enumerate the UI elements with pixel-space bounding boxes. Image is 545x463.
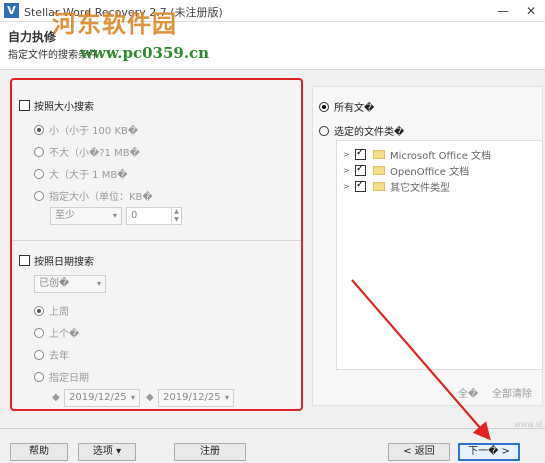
size-option-small[interactable]: 小（小于 100 KB� xyxy=(34,122,138,137)
chevron-down-icon: ▾ xyxy=(112,211,117,220)
date-from-icon: ◆ xyxy=(52,392,60,403)
all-files-label: 所有文� xyxy=(334,103,375,114)
tree-item-openoffice[interactable]: > OpenOffice 文档 xyxy=(343,163,469,178)
register-button[interactable]: 注册 xyxy=(174,443,246,461)
date-option-last-year[interactable]: 去年 xyxy=(34,347,69,362)
radio-button[interactable] xyxy=(34,349,44,360)
radio-button[interactable] xyxy=(34,146,44,157)
select-value: 已创� xyxy=(39,278,70,289)
radio-button[interactable] xyxy=(34,168,44,179)
radio-button[interactable] xyxy=(34,371,44,382)
size-option-label: 小（小于 100 KB� xyxy=(49,126,139,137)
date-to-icon: ◆ xyxy=(146,392,154,403)
select-value: 至少 xyxy=(55,210,75,221)
all-files-radio[interactable]: 所有文� xyxy=(319,99,374,114)
checkbox-box[interactable] xyxy=(355,163,366,176)
search-criteria-panel: 按照大小搜索 小（小于 100 KB� 不大（小�?1 MB� 大（大于 1 M… xyxy=(10,78,303,411)
chevron-down-icon: ▾ xyxy=(224,393,229,402)
checkbox-box[interactable] xyxy=(355,179,366,192)
size-option-medium[interactable]: 不大（小�?1 MB� xyxy=(34,144,140,159)
date-search-checkbox[interactable]: 按照日期搜索 xyxy=(19,253,94,268)
spinner-value: 0 xyxy=(131,210,138,221)
size-option-label: 不大（小�?1 MB� xyxy=(49,148,140,159)
tree-item-label: 其它文件类型 xyxy=(390,183,450,194)
folder-icon xyxy=(373,150,385,159)
size-option-large[interactable]: 大（大于 1 MB� xyxy=(34,166,127,181)
chevron-down-icon: ▾ xyxy=(96,279,101,288)
watermark-logo: 河东软件园 xyxy=(52,9,177,38)
date-from-picker[interactable]: 2019/12/25 ▾ xyxy=(64,389,140,407)
date-option-last-month[interactable]: 上个� xyxy=(34,325,79,340)
size-search-checkbox[interactable]: 按照大小搜索 xyxy=(19,98,94,113)
date-search-label: 按照日期搜索 xyxy=(34,257,94,268)
next-button[interactable]: 下一� > xyxy=(458,443,520,461)
size-option-custom[interactable]: 指定大小（单位：KB� xyxy=(34,188,153,203)
radio-button[interactable] xyxy=(319,125,329,136)
close-icon[interactable]: ✕ xyxy=(520,2,542,20)
date-option-label: 去年 xyxy=(49,351,69,362)
chevron-down-icon: ▾ xyxy=(130,393,135,402)
expand-arrow-icon[interactable]: > xyxy=(343,182,351,191)
date-option-last-week[interactable]: 上周 xyxy=(34,303,69,318)
tree-item-label: Microsoft Office 文档 xyxy=(390,151,492,162)
date-value: 2019/12/25 xyxy=(69,392,127,403)
date-option-custom[interactable]: 指定日期 xyxy=(34,369,89,384)
radio-button[interactable] xyxy=(34,305,44,316)
page-title: 自力执修 xyxy=(8,30,57,44)
checkbox-box[interactable] xyxy=(19,100,30,111)
radio-button[interactable] xyxy=(34,124,44,135)
checkbox-box[interactable] xyxy=(355,147,366,160)
checkbox-box[interactable] xyxy=(19,255,30,266)
watermark-url: www.pc0359.cn xyxy=(80,44,210,62)
options-button[interactable]: 选项 ▾ xyxy=(78,443,136,461)
clear-all-button[interactable]: 全部清除 xyxy=(492,385,532,400)
date-option-label: 上个� xyxy=(49,329,80,340)
help-button[interactable]: 帮助 xyxy=(10,443,68,461)
spinner-arrows-icon[interactable]: ▲ ▼ xyxy=(171,208,181,224)
select-all-button[interactable]: 全� xyxy=(458,385,478,400)
size-search-label: 按照大小搜索 xyxy=(34,102,94,113)
footer-divider xyxy=(0,428,545,429)
radio-button[interactable] xyxy=(34,327,44,338)
tree-item-label: OpenOffice 文档 xyxy=(390,167,470,178)
size-option-label: 指定大小（单位：KB� xyxy=(49,192,153,203)
tree-item-other[interactable]: > 其它文件类型 xyxy=(343,179,450,194)
date-type-select[interactable]: 已创� ▾ xyxy=(34,275,106,293)
selected-types-radio[interactable]: 选定的文件类� xyxy=(319,123,404,138)
date-option-label: 指定日期 xyxy=(49,373,89,384)
minimize-icon[interactable]: — xyxy=(492,2,514,20)
date-value: 2019/12/25 xyxy=(163,392,221,403)
folder-icon xyxy=(373,182,385,191)
file-type-tree[interactable]: > Microsoft Office 文档 > OpenOffice 文档 > … xyxy=(336,140,543,370)
section-divider xyxy=(12,240,301,241)
expand-arrow-icon[interactable]: > xyxy=(343,150,351,159)
app-logo-icon: V xyxy=(4,3,19,18)
size-option-label: 大（大于 1 MB� xyxy=(49,170,128,181)
radio-button[interactable] xyxy=(319,101,329,112)
expand-arrow-icon[interactable]: > xyxy=(343,166,351,175)
size-comparator-select[interactable]: 至少 ▾ xyxy=(50,207,122,225)
date-to-picker[interactable]: 2019/12/25 ▾ xyxy=(158,389,234,407)
date-option-label: 上周 xyxy=(49,307,69,318)
size-value-spinner[interactable]: 0 ▲ ▼ xyxy=(126,207,182,225)
radio-button[interactable] xyxy=(34,190,44,201)
selected-types-label: 选定的文件类� xyxy=(334,127,405,138)
folder-icon xyxy=(373,166,385,175)
tree-item-ms-office[interactable]: > Microsoft Office 文档 xyxy=(343,147,491,162)
back-button[interactable]: < 返回 xyxy=(388,443,450,461)
